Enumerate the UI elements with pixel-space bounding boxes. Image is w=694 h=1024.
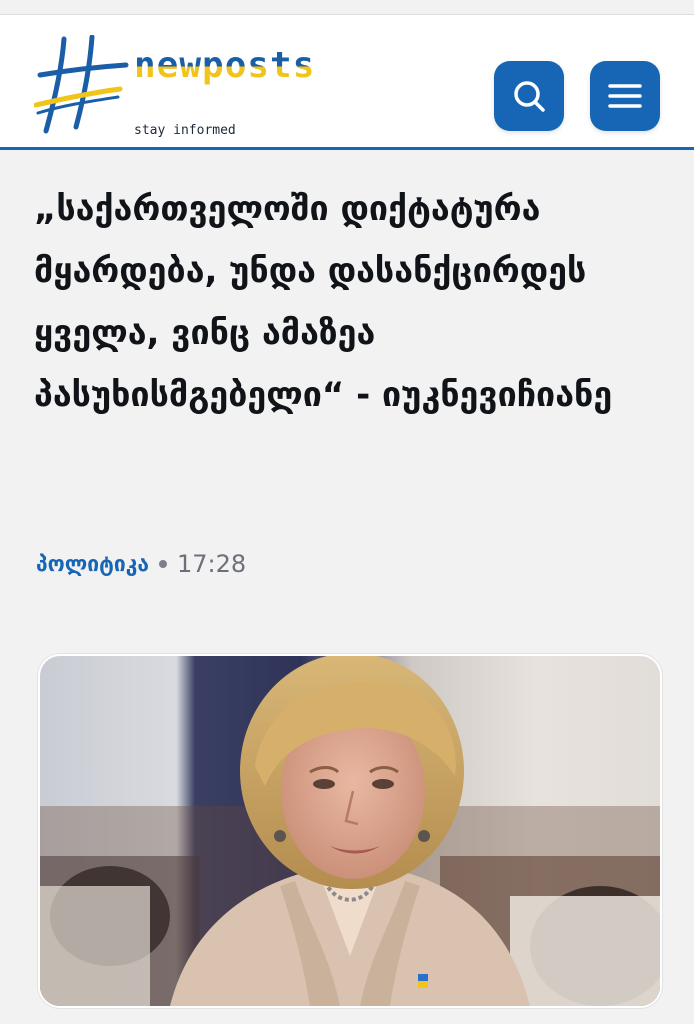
search-icon	[514, 81, 545, 112]
hash-logo-icon	[34, 35, 129, 134]
article-photo[interactable]	[38, 654, 662, 1008]
status-strip	[0, 0, 694, 15]
site-header: newposts stay informed	[0, 15, 694, 147]
header-divider	[0, 147, 694, 150]
search-button[interactable]	[494, 61, 564, 131]
logo-tagline: stay informed	[134, 123, 236, 138]
meta-separator-dot	[158, 560, 167, 568]
logo-wordmark: newposts	[134, 45, 316, 86]
page: newposts stay informed „საქართველოში დიქ…	[0, 0, 694, 1024]
category-link[interactable]: პოლიტიკა	[36, 552, 149, 576]
article-meta: პოლიტიკა 17:28	[36, 550, 246, 578]
menu-button[interactable]	[590, 61, 660, 131]
publish-time: 17:28	[176, 550, 247, 578]
woman-portrait-image	[40, 656, 660, 1006]
site-logo[interactable]: newposts stay informed	[34, 35, 374, 145]
article-headline: „საქართველოში დიქტატურა მყარდება, უნდა დ…	[34, 189, 613, 415]
hamburger-menu-icon	[608, 84, 642, 108]
